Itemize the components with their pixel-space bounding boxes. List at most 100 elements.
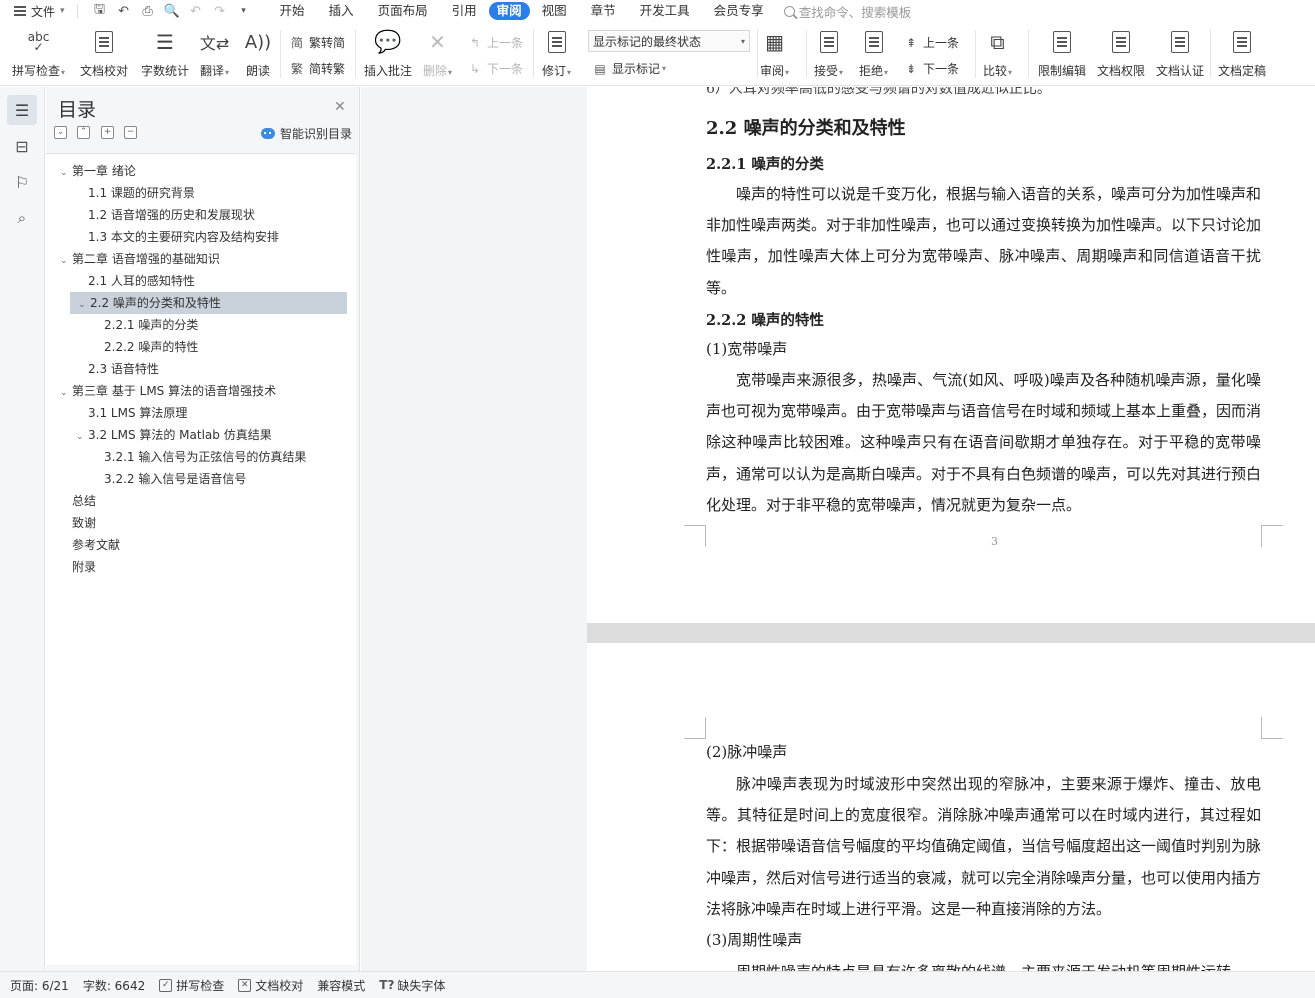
tab-review[interactable]: 审阅 <box>488 2 530 20</box>
delete-comment-button[interactable]: ✕ 删除▾ <box>423 28 452 79</box>
word-count-icon: ☰ <box>156 30 174 54</box>
smart-toc-button[interactable]: 智能识别目录 <box>261 125 352 142</box>
doc-proof-status[interactable]: ✕ 文档校对 <box>238 977 303 994</box>
next-change-button[interactable]: ⇟ 下一条 <box>903 60 959 77</box>
restrict-edit-button[interactable]: 限制编辑 <box>1038 28 1086 79</box>
prev-comment-button[interactable]: ↰ 上一条 <box>467 34 523 51</box>
read-aloud-button[interactable]: A)) 朗读 <box>244 28 272 79</box>
tab-member[interactable]: 会员专享 <box>702 2 776 20</box>
prev-change-button[interactable]: ⇞ 上一条 <box>903 34 959 51</box>
simp-to-trad-button[interactable]: 繁简转繁 <box>289 60 345 77</box>
toc-item-label: 3.2.1 输入信号为正弦信号的仿真结果 <box>104 450 307 464</box>
undo-icon[interactable]: ↶ <box>187 3 205 19</box>
toc-item[interactable]: 3.1 LMS 算法原理 <box>76 402 187 424</box>
insert-comment-button[interactable]: 💬 插入批注 <box>364 28 412 79</box>
document-page[interactable]: 6）人耳对频率高低的感受与频谱的对数值成近似正比。 2.2 噪声的分类和及特性 … <box>587 87 1315 623</box>
body-paragraph: 宽带噪声来源很多，热噪声、气流(如风、呼吸)噪声及各种随机噪声源，量化噪声也可视… <box>706 371 1262 514</box>
next-comment-button[interactable]: ↳ 下一条 <box>467 60 523 77</box>
trad-to-simp-button[interactable]: 简繁转简 <box>289 34 345 51</box>
toc-item[interactable]: ⌄ 第三章 基于 LMS 算法的语音增强技术 <box>60 380 276 402</box>
simp-trad-icon: 繁 <box>290 62 303 76</box>
body-paragraph: 噪声的特性可以说是千变万化，根据与输入语音的关系，噪声可分为加性噪声和非加性噪声… <box>706 185 1262 297</box>
tab-page-layout[interactable]: 页面布局 <box>366 2 440 20</box>
toc-item[interactable]: 2.2.1 噪声的分类 <box>92 314 198 336</box>
toc-item[interactable]: 2.1 人耳的感知特性 <box>76 270 195 292</box>
show-markup-button[interactable]: ▤ 显示标记 ▾ <box>592 60 666 77</box>
chevron-down-icon[interactable]: ⌄ <box>78 294 90 316</box>
toc-item[interactable]: 致谢 <box>60 512 96 534</box>
tab-chapter[interactable]: 章节 <box>579 2 628 20</box>
print-icon[interactable]: ⎙ <box>139 3 157 19</box>
file-menu[interactable]: 文件 ▾ <box>0 0 71 22</box>
toc-item[interactable]: 3.2.1 输入信号为正弦信号的仿真结果 <box>92 446 306 468</box>
spell-check-status[interactable]: ✓ 拼写检查 <box>159 977 224 994</box>
delete-comment-icon: ✕ <box>429 30 446 54</box>
doc-proof-button[interactable]: 文档校对 <box>80 28 128 79</box>
tab-references[interactable]: 引用 <box>440 2 489 20</box>
chapter-nav-button[interactable]: ⊟ <box>7 131 37 161</box>
redo-icon[interactable]: ↷ <box>211 3 229 19</box>
customize-chevron-icon[interactable]: ▾ <box>235 3 253 19</box>
track-changes-button[interactable]: 修订▾ <box>542 28 571 79</box>
toc-item[interactable]: 1.2 语音增强的历史和发展现状 <box>76 204 255 226</box>
tab-home[interactable]: 开始 <box>268 2 317 20</box>
translate-button[interactable]: 文⇄ 翻译▾ <box>200 28 229 79</box>
next-comment-icon: ↳ <box>469 61 481 76</box>
sub-item-heading: (1)宽带噪声 <box>706 340 788 358</box>
chevron-down-icon[interactable]: ⌄ <box>76 426 88 448</box>
prev-comment-icon: ↰ <box>469 35 481 50</box>
remove-heading-icon[interactable]: − <box>124 126 137 139</box>
lock-icon <box>1048 28 1076 56</box>
toc-item[interactable]: ⌄ 第二章 语音增强的基础知识 <box>60 248 220 270</box>
toc-item[interactable]: 2.2.2 噪声的特性 <box>92 336 198 358</box>
doc-permission-label: 文档权限 <box>1097 64 1146 78</box>
toc-item[interactable]: ⌄ 2.2 噪声的分类和及特性 <box>70 292 347 314</box>
toc-item[interactable]: 参考文献 <box>60 534 120 556</box>
doc-finalize-button[interactable]: 文档定稿 <box>1218 28 1266 79</box>
bookmark-button[interactable]: ⚐ <box>7 167 37 197</box>
doc-permission-button[interactable]: 文档权限 <box>1097 28 1145 79</box>
chevron-down-icon[interactable]: ⌄ <box>60 250 72 272</box>
markup-state-select[interactable]: 显示标记的最终状态 ▾ <box>588 30 750 52</box>
document-area[interactable]: 6）人耳对频率高低的感受与频谱的对数值成近似正比。 2.2 噪声的分类和及特性 … <box>361 87 1315 971</box>
trad-to-simp-label: 繁转简 <box>309 36 346 50</box>
tab-view[interactable]: 视图 <box>530 2 579 20</box>
toc-item[interactable]: 1.1 课题的研究背景 <box>76 182 195 204</box>
page-indicator[interactable]: 页面: 6/21 <box>10 977 69 994</box>
close-icon[interactable]: ✕ <box>334 99 346 115</box>
toc-item[interactable]: 1.3 本文的主要研究内容及结构安排 <box>76 226 279 248</box>
share-icon[interactable]: ↶ <box>115 3 133 19</box>
add-heading-icon[interactable]: + <box>101 126 114 139</box>
compare-button[interactable]: ⧉ 比较▾ <box>983 28 1012 79</box>
toc-panel-button[interactable]: ☰ <box>7 95 37 125</box>
review-pane-button[interactable]: ▦ 审阅▾ <box>760 28 789 79</box>
chevron-down-icon[interactable]: ⌄ <box>60 162 72 184</box>
word-count-button[interactable]: ☰ 字数统计 <box>141 28 189 79</box>
chevron-down-icon[interactable]: ⌄ <box>60 382 72 404</box>
permission-icon <box>1107 28 1135 56</box>
tab-insert[interactable]: 插入 <box>317 2 366 20</box>
toc-item[interactable]: 总结 <box>60 490 96 512</box>
accept-button[interactable]: 接受▾ <box>814 28 843 79</box>
toc-item[interactable]: ⌄ 3.2 LMS 算法的 Matlab 仿真结果 <box>76 424 272 446</box>
expand-all-icon[interactable]: ⌃ <box>77 126 90 139</box>
missing-font-status[interactable]: T? 缺失字体 <box>379 977 445 994</box>
command-search[interactable]: 查找命令、搜索模板 <box>783 2 911 21</box>
reject-icon <box>860 28 888 56</box>
tab-developer[interactable]: 开发工具 <box>628 2 702 20</box>
word-count-indicator[interactable]: 字数: 6642 <box>83 977 145 994</box>
print-preview-icon[interactable]: 🔍 <box>163 3 181 19</box>
toc-item[interactable]: ⌄ 第一章 绪论 <box>60 160 136 182</box>
toc-item-label: 参考文献 <box>72 538 121 552</box>
find-button[interactable]: ⌕ <box>7 203 37 233</box>
document-page[interactable]: (2)脉冲噪声 脉冲噪声表现为时域波形中突然出现的窄脉冲，主要来源于爆炸、撞击、… <box>587 643 1315 971</box>
spell-check-button[interactable]: abc ✓ 拼写检查▾ <box>12 28 65 79</box>
reject-button[interactable]: 拒绝▾ <box>859 28 888 79</box>
insert-comment-icon: 💬 <box>374 29 402 55</box>
toc-item[interactable]: 附录 <box>60 556 96 578</box>
toc-item[interactable]: 2.3 语音特性 <box>76 358 159 380</box>
save-icon[interactable]: 🖫 <box>91 2 109 19</box>
doc-auth-button[interactable]: 文档认证 <box>1156 28 1204 79</box>
toc-item[interactable]: 3.2.2 输入信号是语音信号 <box>92 468 246 490</box>
collapse-all-icon[interactable]: ⌄ <box>54 126 67 139</box>
